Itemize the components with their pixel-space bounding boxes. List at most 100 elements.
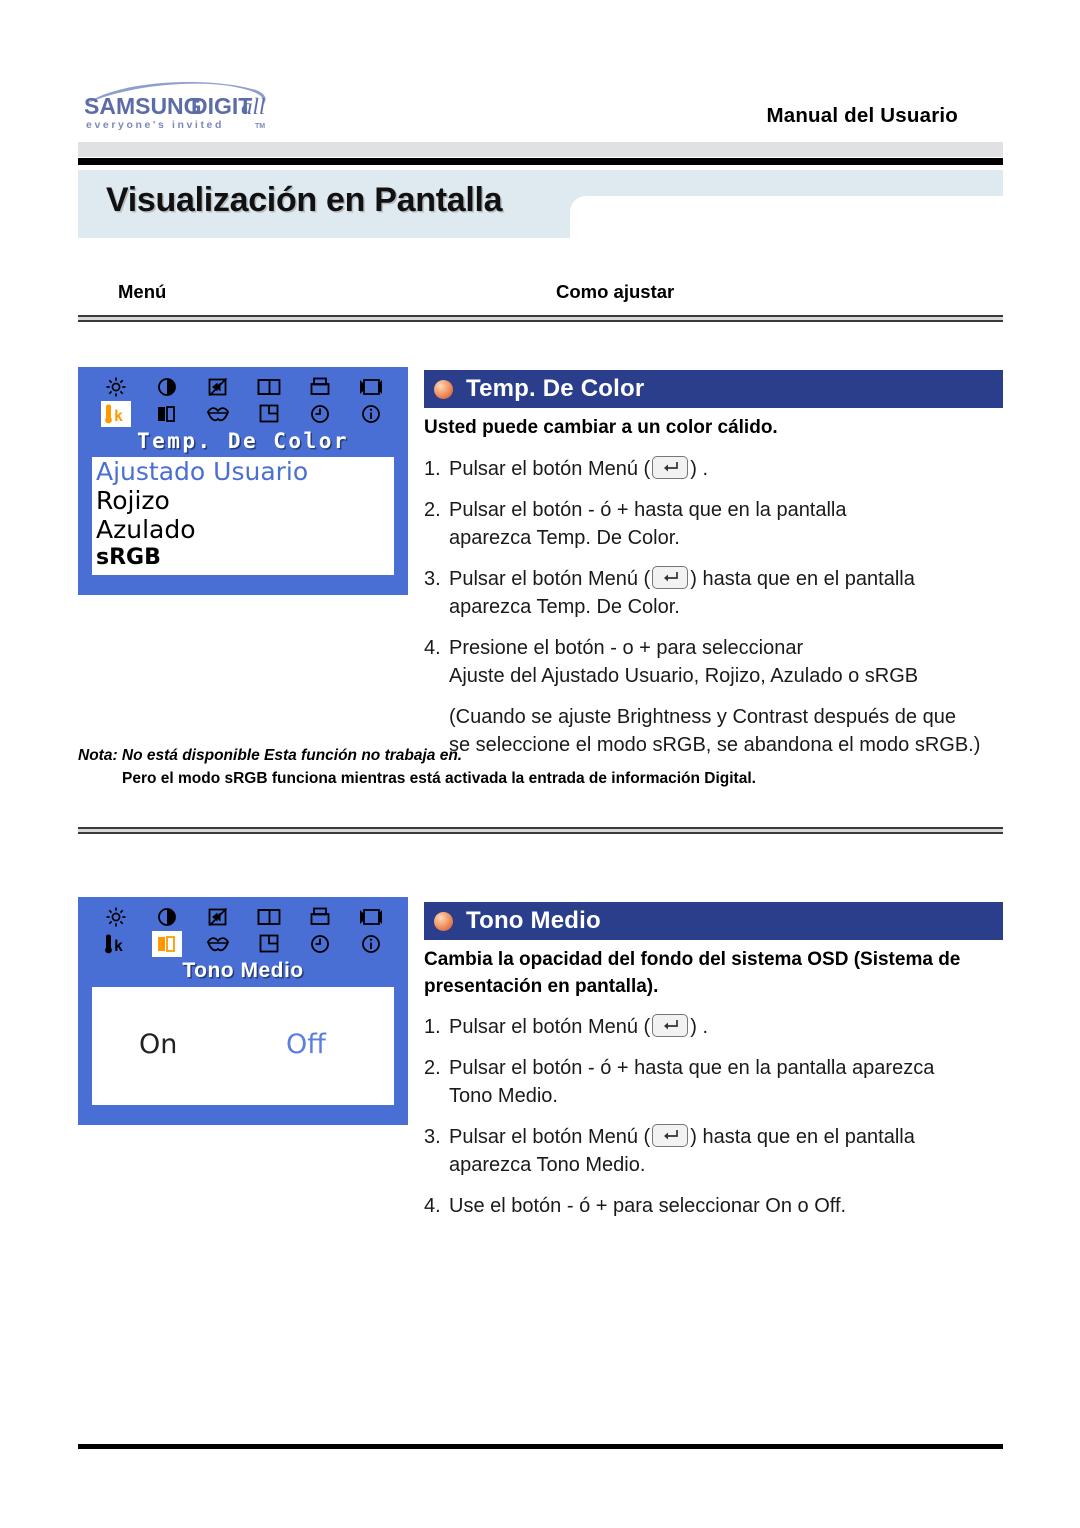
image-lock-icon [203, 904, 233, 930]
section-header-temp-de-color: Temp. De Color [424, 370, 1003, 408]
svg-text:all: all [241, 94, 265, 119]
information-icon [356, 931, 386, 957]
h-position-icon [254, 374, 284, 400]
section-title: Temp. De Color [466, 375, 645, 402]
step-text: Pulsar el botón - ó + hasta que en la pa… [449, 496, 1014, 552]
step-text-cont: Ajuste del Ajustado Usuario, Rojizo, Azu… [449, 665, 919, 687]
divider-middle [78, 827, 1003, 834]
osd-option-off[interactable]: Off [286, 1029, 326, 1060]
enter-key-icon [652, 1124, 689, 1147]
step-text: Pulsar el botón - ó + hasta que en la pa… [449, 1054, 1014, 1110]
osd-position-icon [254, 931, 284, 957]
step-text-pre: Use el botón - ó + para seleccionar On o… [449, 1195, 847, 1217]
step-text-pre: (Cuando se ajuste Brightness y Contrast … [449, 706, 956, 728]
osd-position-icon [254, 401, 284, 427]
enter-key-icon [652, 1014, 689, 1037]
footer-rule [78, 1444, 1003, 1449]
step-number: 4. [424, 1195, 441, 1217]
step-item: 2. Pulsar el botón - ó + hasta que en la… [424, 1054, 1014, 1110]
language-icon [203, 931, 233, 957]
step-text-post: ) . [690, 1016, 709, 1038]
contrast-icon [152, 904, 182, 930]
section-title: Tono Medio [466, 907, 601, 934]
image-size-icon [305, 374, 335, 400]
information-icon [356, 401, 386, 427]
step-item: 4. Presione el botón - o + para seleccio… [424, 634, 1014, 690]
svg-text:everyone's invited: everyone's invited [86, 119, 224, 131]
samsung-logo: SAMSUNG DIGIT all everyone's invited TM [78, 74, 278, 136]
section-description: Cambia la opacidad del fondo del sistema… [424, 949, 961, 997]
nota-block: Nota: No está disponible Esta función no… [78, 744, 1003, 790]
section-steps-temp-de-color: 1. Pulsar el botón Menú ( ) . 2. Pulsar e… [424, 455, 1014, 772]
svg-text:TM: TM [255, 123, 265, 130]
step-text-cont: aparezca Tono Medio. [449, 1154, 646, 1176]
nota-line-1: Nota: No está disponible Esta función no… [78, 747, 463, 764]
osd-option-item[interactable]: Azulado [92, 515, 394, 544]
step-text-post: ) hasta que en el pantalla [690, 568, 915, 590]
nota-line-2: Pero el modo sRGB funciona mientras está… [122, 770, 756, 787]
step-number: 3. [424, 1126, 441, 1148]
image-lock-icon [203, 374, 233, 400]
step-text-pre: Pulsar el botón Menú ( [449, 568, 651, 590]
page-title: Visualización en Pantalla [106, 181, 503, 219]
header-rule-thin [78, 163, 1003, 165]
step-text: Pulsar el botón Menú ( ) . [449, 455, 1014, 483]
brightness-icon [101, 374, 131, 400]
step-text-cont: aparezca Temp. De Color. [449, 527, 680, 549]
step-number: 2. [424, 1057, 441, 1079]
osd-option-item[interactable]: Rojizo [92, 486, 394, 515]
step-number: 1. [424, 1016, 441, 1038]
enter-key-icon [652, 456, 689, 479]
section-description: Usted puede cambiar a un color cálido. [424, 417, 778, 438]
step-number: 1. [424, 458, 441, 480]
step-item: 2. Pulsar el botón - ó + hasta que en la… [424, 496, 1014, 552]
step-text-pre: Pulsar el botón - ó + hasta que en la pa… [449, 499, 847, 521]
step-text: Pulsar el botón Menú ( ) hasta que en el … [449, 565, 1014, 621]
h-position-icon [254, 904, 284, 930]
section-steps-tono-medio: 1. Pulsar el botón Menú ( ) . 2. Pulsar e… [424, 1013, 1014, 1233]
v-position-icon [356, 374, 386, 400]
step-text-pre: Pulsar el botón - ó + hasta que en la pa… [449, 1057, 935, 1079]
contrast-icon [152, 374, 182, 400]
step-text-post: ) . [690, 458, 709, 480]
osd-option-on[interactable]: On [139, 1029, 177, 1060]
osd-icon-row: k [90, 903, 396, 957]
step-text-pre: Pulsar el botón Menú ( [449, 1126, 651, 1148]
osd-onoff-box: On Off [92, 987, 394, 1105]
osd-icon-row: k [90, 373, 396, 427]
svg-text:k: k [114, 937, 123, 955]
page-title-band-notch [570, 196, 1003, 240]
step-text-pre: Presione el botón - o + para seleccionar [449, 637, 804, 659]
step-text-pre: Pulsar el botón Menú ( [449, 458, 651, 480]
reset-timer-icon [305, 931, 335, 957]
osd-tone-icon [152, 401, 182, 427]
divider-top [78, 315, 1003, 322]
manual-title: Manual del Usuario [766, 104, 958, 127]
step-text: Pulsar el botón Menú ( ) . [449, 1013, 1014, 1041]
osd-option-item[interactable]: sRGB [92, 544, 394, 571]
osd-option-list: Ajustado Usuario Rojizo Azulado sRGB [92, 457, 394, 575]
brightness-icon [101, 904, 131, 930]
step-text-pre: Pulsar el botón Menú ( [449, 1016, 651, 1038]
osd-preview-tono-medio: k Tono Medio On Off [78, 897, 408, 1125]
reset-timer-icon [305, 401, 335, 427]
language-icon [203, 401, 233, 427]
step-item: 3. Pulsar el botón Menú ( ) hasta que en … [424, 565, 1014, 621]
osd-heading: Tono Medio [182, 959, 304, 982]
step-number: 3. [424, 568, 441, 590]
bullet-icon [434, 911, 453, 931]
bullet-icon [434, 379, 453, 399]
column-header-howto: Como ajustar [556, 281, 675, 302]
color-temperature-icon: k [100, 400, 131, 427]
header-gray-bar [78, 142, 1003, 157]
osd-preview-temp-de-color: k Temp. De Color Ajustado Usuario Rojizo… [78, 367, 408, 595]
step-item: 1. Pulsar el botón Menú ( ) . [424, 455, 1014, 483]
osd-option-item[interactable]: Ajustado Usuario [92, 457, 394, 486]
step-number: 4. [424, 637, 441, 659]
v-position-icon [356, 904, 386, 930]
svg-text:k: k [114, 407, 123, 425]
step-text: Use el botón - ó + para seleccionar On o… [449, 1192, 1014, 1220]
column-header-menu: Menú [118, 281, 167, 302]
osd-heading: Temp. De Color [136, 429, 349, 453]
step-item: 3. Pulsar el botón Menú () hasta que en … [424, 1123, 1014, 1179]
